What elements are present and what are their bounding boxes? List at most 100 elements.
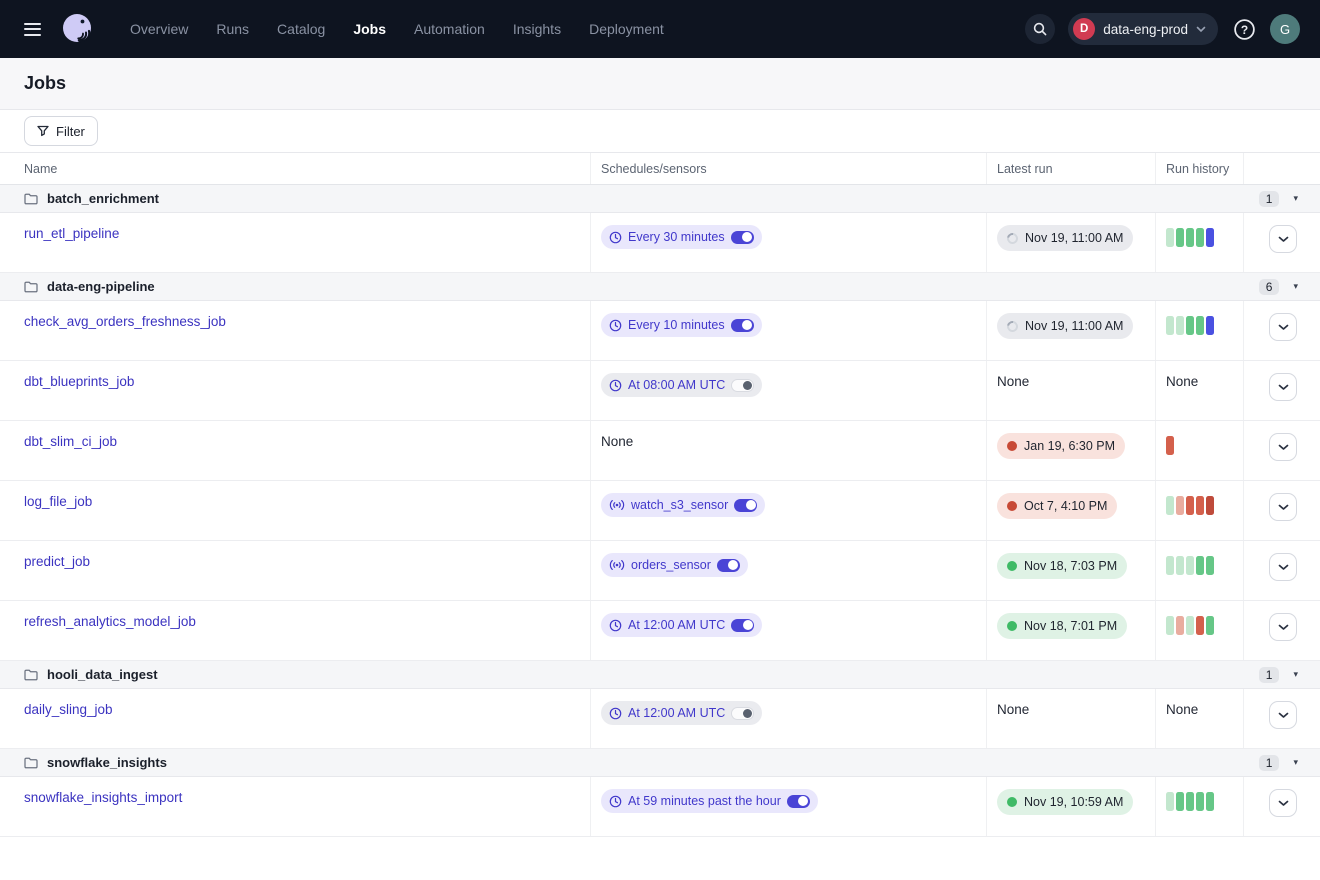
latest-run-pill[interactable]: Nov 19, 11:00 AM bbox=[997, 225, 1133, 251]
schedule-toggle[interactable] bbox=[731, 619, 754, 632]
nav-item-deployment[interactable]: Deployment bbox=[575, 13, 678, 45]
nav-item-jobs[interactable]: Jobs bbox=[339, 13, 400, 45]
schedule-pill[interactable]: At 08:00 AM UTC bbox=[601, 373, 762, 397]
run-history-bar[interactable] bbox=[1176, 228, 1184, 247]
job-group-row[interactable]: batch_enrichment1▾ bbox=[0, 185, 1320, 213]
latest-run-pill[interactable]: Nov 18, 7:03 PM bbox=[997, 553, 1127, 579]
help-icon[interactable]: ? bbox=[1231, 16, 1257, 42]
sensor-pill[interactable]: orders_sensor bbox=[601, 553, 748, 577]
run-history-bar[interactable] bbox=[1206, 616, 1214, 635]
sensor-pill[interactable]: watch_s3_sensor bbox=[601, 493, 765, 517]
latest-run-pill[interactable]: Nov 19, 11:00 AM bbox=[997, 313, 1133, 339]
latest-run-pill[interactable]: Nov 18, 7:01 PM bbox=[997, 613, 1127, 639]
schedule-pill[interactable]: At 12:00 AM UTC bbox=[601, 613, 762, 637]
run-history-bar[interactable] bbox=[1206, 556, 1214, 575]
collapse-caret-icon[interactable]: ▾ bbox=[1293, 757, 1298, 768]
group-count-badge: 1 bbox=[1259, 755, 1280, 771]
expand-row-button[interactable] bbox=[1269, 433, 1297, 461]
job-link[interactable]: predict_job bbox=[24, 554, 90, 569]
row-actions-cell bbox=[1243, 601, 1320, 660]
run-history-bar[interactable] bbox=[1196, 556, 1204, 575]
nav-item-automation[interactable]: Automation bbox=[400, 13, 499, 45]
run-history-bar[interactable] bbox=[1196, 228, 1204, 247]
run-history-bar[interactable] bbox=[1176, 316, 1184, 335]
user-avatar[interactable]: G bbox=[1270, 14, 1300, 44]
job-link[interactable]: refresh_analytics_model_job bbox=[24, 614, 196, 629]
expand-row-button[interactable] bbox=[1269, 701, 1297, 729]
run-history-bar[interactable] bbox=[1166, 228, 1174, 247]
run-history-bar[interactable] bbox=[1176, 556, 1184, 575]
run-history-bar[interactable] bbox=[1206, 228, 1214, 247]
collapse-caret-icon[interactable]: ▾ bbox=[1293, 193, 1298, 204]
expand-row-button[interactable] bbox=[1269, 789, 1297, 817]
column-header-actions bbox=[1243, 153, 1320, 184]
schedule-pill[interactable]: At 59 minutes past the hour bbox=[601, 789, 818, 813]
nav-item-insights[interactable]: Insights bbox=[499, 13, 575, 45]
job-group-row[interactable]: snowflake_insights1▾ bbox=[0, 749, 1320, 777]
row-actions-cell bbox=[1243, 541, 1320, 600]
run-history-bar[interactable] bbox=[1186, 228, 1194, 247]
job-link[interactable]: snowflake_insights_import bbox=[24, 790, 182, 805]
run-history-bar[interactable] bbox=[1166, 436, 1174, 455]
sensor-toggle[interactable] bbox=[734, 499, 757, 512]
expand-row-button[interactable] bbox=[1269, 373, 1297, 401]
schedule-toggle[interactable] bbox=[787, 795, 810, 808]
run-history-bar[interactable] bbox=[1186, 792, 1194, 811]
schedule-pill[interactable]: Every 30 minutes bbox=[601, 225, 762, 249]
expand-row-button[interactable] bbox=[1269, 553, 1297, 581]
job-link[interactable]: dbt_blueprints_job bbox=[24, 374, 134, 389]
schedule-pill[interactable]: Every 10 minutes bbox=[601, 313, 762, 337]
run-history-bar[interactable] bbox=[1206, 792, 1214, 811]
run-history-bar[interactable] bbox=[1166, 556, 1174, 575]
dagster-logo[interactable] bbox=[58, 10, 96, 48]
run-history-bar[interactable] bbox=[1166, 496, 1174, 515]
job-group-row[interactable]: data-eng-pipeline6▾ bbox=[0, 273, 1320, 301]
run-history-bar[interactable] bbox=[1176, 616, 1184, 635]
expand-row-button[interactable] bbox=[1269, 613, 1297, 641]
run-history-bar[interactable] bbox=[1196, 316, 1204, 335]
chevron-down-icon bbox=[1278, 712, 1289, 719]
table-header-row: Name Schedules/sensors Latest run Run hi… bbox=[0, 152, 1320, 185]
sensor-toggle[interactable] bbox=[717, 559, 740, 572]
run-history-bar[interactable] bbox=[1196, 496, 1204, 515]
job-link[interactable]: check_avg_orders_freshness_job bbox=[24, 314, 226, 329]
nav-item-overview[interactable]: Overview bbox=[116, 13, 202, 45]
run-history-bar[interactable] bbox=[1186, 496, 1194, 515]
menu-icon[interactable] bbox=[20, 19, 45, 40]
schedule-toggle[interactable] bbox=[731, 379, 754, 392]
schedule-toggle[interactable] bbox=[731, 231, 754, 244]
run-history-bar[interactable] bbox=[1166, 316, 1174, 335]
run-history-bar[interactable] bbox=[1186, 556, 1194, 575]
run-history-bar[interactable] bbox=[1186, 616, 1194, 635]
expand-row-button[interactable] bbox=[1269, 493, 1297, 521]
run-history-bar[interactable] bbox=[1166, 616, 1174, 635]
run-history-bar[interactable] bbox=[1166, 792, 1174, 811]
job-link[interactable]: dbt_slim_ci_job bbox=[24, 434, 117, 449]
job-link[interactable]: run_etl_pipeline bbox=[24, 226, 119, 241]
run-history-bar[interactable] bbox=[1196, 616, 1204, 635]
run-history-bar[interactable] bbox=[1206, 496, 1214, 515]
expand-row-button[interactable] bbox=[1269, 225, 1297, 253]
schedule-toggle[interactable] bbox=[731, 319, 754, 332]
job-link[interactable]: daily_sling_job bbox=[24, 702, 113, 717]
job-link[interactable]: log_file_job bbox=[24, 494, 92, 509]
collapse-caret-icon[interactable]: ▾ bbox=[1293, 669, 1298, 680]
deployment-switcher[interactable]: D data-eng-prod bbox=[1068, 13, 1218, 45]
job-group-row[interactable]: hooli_data_ingest1▾ bbox=[0, 661, 1320, 689]
search-icon[interactable] bbox=[1025, 14, 1055, 44]
run-history-bar[interactable] bbox=[1186, 316, 1194, 335]
latest-run-pill[interactable]: Oct 7, 4:10 PM bbox=[997, 493, 1117, 519]
run-history-bar[interactable] bbox=[1176, 792, 1184, 811]
filter-button[interactable]: Filter bbox=[24, 116, 98, 146]
run-history-bar[interactable] bbox=[1176, 496, 1184, 515]
schedule-toggle[interactable] bbox=[731, 707, 754, 720]
schedule-pill[interactable]: At 12:00 AM UTC bbox=[601, 701, 762, 725]
expand-row-button[interactable] bbox=[1269, 313, 1297, 341]
nav-item-catalog[interactable]: Catalog bbox=[263, 13, 339, 45]
collapse-caret-icon[interactable]: ▾ bbox=[1293, 281, 1298, 292]
latest-run-pill[interactable]: Jan 19, 6:30 PM bbox=[997, 433, 1125, 459]
run-history-bar[interactable] bbox=[1206, 316, 1214, 335]
run-history-bar[interactable] bbox=[1196, 792, 1204, 811]
latest-run-pill[interactable]: Nov 19, 10:59 AM bbox=[997, 789, 1133, 815]
nav-item-runs[interactable]: Runs bbox=[202, 13, 263, 45]
